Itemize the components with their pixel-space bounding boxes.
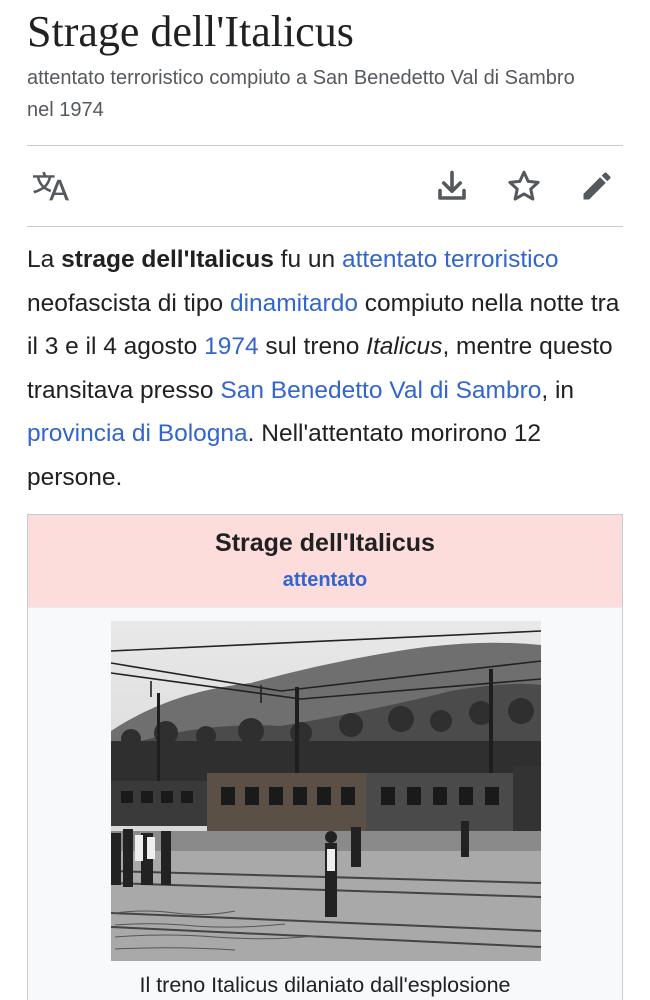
link-1974[interactable]: 1974 (204, 333, 259, 360)
article-page: Strage dell'Italicus attentato terrorist… (0, 0, 650, 1000)
infobox-type-link[interactable]: attentato (28, 567, 622, 593)
infobox: Strage dell'Italicus attentato Il treno … (27, 514, 623, 1000)
language-button[interactable] (27, 162, 75, 210)
divider-bottom (27, 226, 623, 227)
lead-text: fu un (273, 246, 342, 273)
lead-text: , in (541, 376, 575, 404)
link-dinamitardo[interactable]: dinamitardo (230, 290, 358, 317)
pencil-icon (583, 172, 611, 200)
page-description: attentato terroristico compiuto a San Be… (27, 67, 575, 121)
download-button[interactable] (428, 162, 476, 210)
page-title: Strage dell'Italicus (27, 7, 354, 56)
download-icon (438, 170, 466, 200)
lead-text: La (27, 246, 62, 273)
link-san-benedetto[interactable]: San Benedetto Val di Sambro (220, 377, 541, 404)
watch-button[interactable] (500, 162, 548, 210)
lead-paragraph: La strage dell'Italicus fu un attentato … (27, 238, 623, 499)
lead-text: neofascista di tipo (27, 289, 230, 317)
edit-button[interactable] (573, 162, 621, 210)
infobox-title: Strage dell'Italicus (215, 529, 435, 557)
language-icon (33, 171, 69, 201)
infobox-caption: Il treno Italicus dilaniato dall'esplosi… (139, 973, 511, 997)
bold-article-name: strage dell'Italicus (61, 246, 274, 273)
infobox-header: Strage dell'Italicus attentato (28, 515, 622, 608)
page-actions-toolbar (27, 146, 623, 226)
star-icon (508, 170, 540, 201)
link-attentato-terroristico[interactable]: attentato terroristico (342, 246, 559, 273)
burned-train-photo (111, 621, 541, 961)
infobox-image[interactable] (111, 621, 541, 961)
lead-text: sul treno (258, 333, 367, 360)
link-provincia-bologna[interactable]: provincia di Bologna (27, 420, 248, 447)
italic-train-name: Italicus (366, 333, 443, 360)
